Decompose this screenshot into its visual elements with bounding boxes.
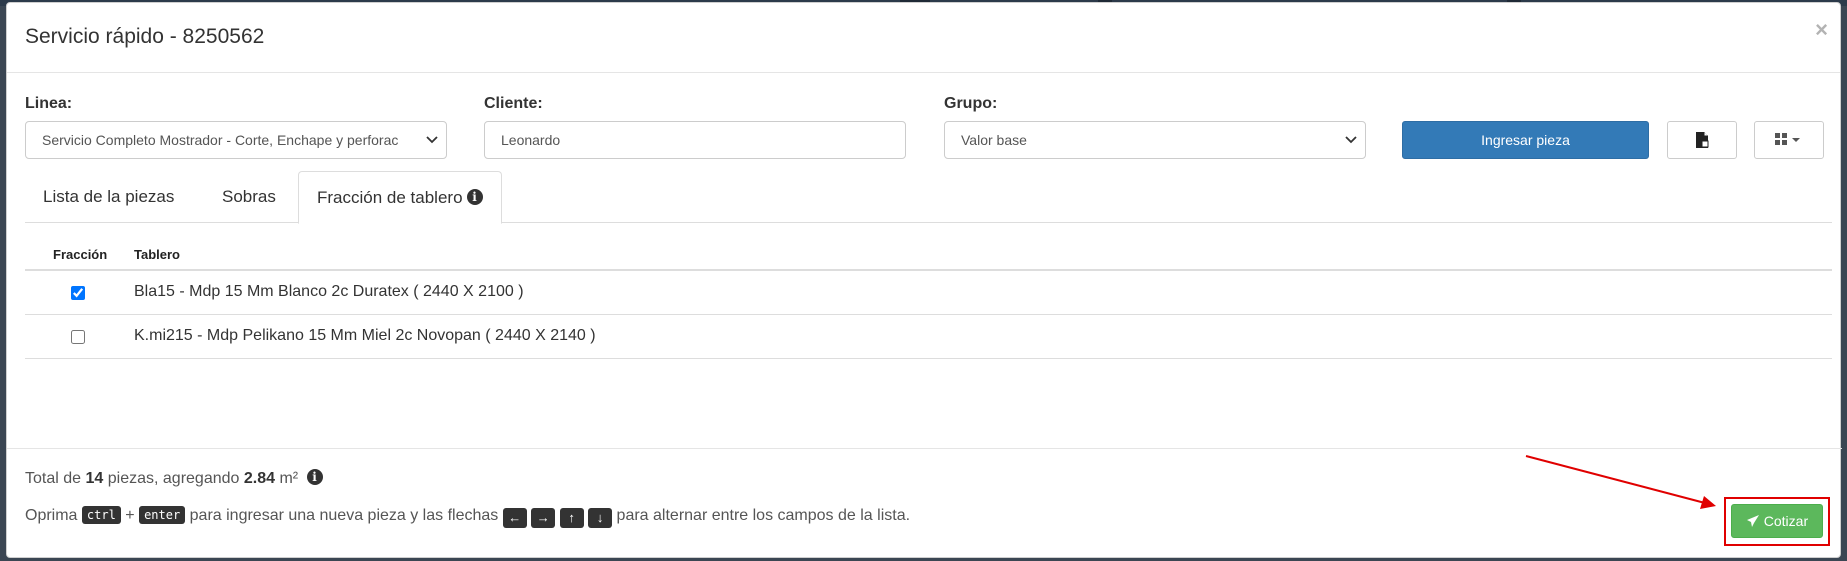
tab-piece-list[interactable]: Lista de la piezas xyxy=(25,171,192,223)
board-detail: - Mdp Pelikano 15 Mm Miel 2c Novopan ( 2… xyxy=(192,327,596,344)
fraction-checkbox[interactable] xyxy=(71,330,85,344)
table-row: K.mi215 - Mdp Pelikano 15 Mm Miel 2c Nov… xyxy=(25,315,1832,359)
column-header-board: Tablero xyxy=(134,247,180,262)
close-button[interactable]: × xyxy=(1815,17,1828,43)
total-prefix: Total de xyxy=(25,470,82,487)
modal-title: Servicio rápido - 8250562 xyxy=(25,25,265,48)
arrow-up-icon: ↑ xyxy=(559,508,584,528)
tab-leftovers[interactable]: Sobras xyxy=(204,171,294,223)
area-unit: m² xyxy=(279,470,299,487)
add-piece-button[interactable]: Ingresar pieza xyxy=(1402,121,1649,159)
quote-button[interactable]: Cotizar xyxy=(1731,504,1823,538)
cliente-input[interactable]: Leonardo xyxy=(484,121,906,159)
chevron-down-icon xyxy=(426,122,438,158)
grupo-select[interactable]: Valor base xyxy=(944,121,1366,159)
grupo-select-value: Valor base xyxy=(961,132,1027,148)
fraction-checkbox[interactable] xyxy=(71,286,85,300)
tab-board-fraction[interactable]: Fracción de tablero i xyxy=(298,171,502,224)
column-header-fraction: Fracción xyxy=(53,247,108,262)
file-export-icon xyxy=(1694,132,1710,148)
plus-sign: + xyxy=(125,507,135,524)
grid-icon xyxy=(1775,132,1803,148)
hint-prefix: Oprima xyxy=(25,507,78,524)
arrow-left-icon: ← xyxy=(502,508,527,528)
quote-button-label: Cotizar xyxy=(1763,513,1809,529)
table-row: Bla15 - Mdp 15 Mm Blanco 2c Duratex ( 24… xyxy=(25,271,1832,315)
pieces-count: 14 xyxy=(85,470,104,487)
area-value: 2.84 xyxy=(243,470,275,487)
linea-label: Linea: xyxy=(25,95,73,112)
grid-view-dropdown[interactable] xyxy=(1754,121,1824,159)
keyboard-hint: Oprima ctrl + enter para ingresar una nu… xyxy=(25,506,910,528)
arrow-right-icon: → xyxy=(531,508,556,528)
board-code: Bla15 xyxy=(134,283,175,300)
info-icon: i xyxy=(306,469,323,485)
pieces-suffix: piezas, agregando xyxy=(107,470,240,487)
cliente-label: Cliente: xyxy=(484,95,543,112)
arrow-down-icon: ↓ xyxy=(588,508,613,528)
tab-board-fraction-label: Fracción de tablero xyxy=(317,188,463,207)
chevron-down-icon xyxy=(1345,122,1357,158)
modal-footer: Total de 14 piezas, agregando 2.84 m² i … xyxy=(7,448,1842,559)
board-description: K.mi215 - Mdp Pelikano 15 Mm Miel 2c Nov… xyxy=(134,327,596,345)
enter-key: enter xyxy=(139,506,186,524)
hint-suffix: para alternar entre los campos de la lis… xyxy=(616,507,911,524)
paper-plane-icon xyxy=(1746,513,1764,529)
info-icon: i xyxy=(466,189,483,205)
ctrl-key: ctrl xyxy=(81,506,121,524)
export-file-button[interactable] xyxy=(1667,121,1737,159)
modal-header: Servicio rápido - 8250562 × xyxy=(7,3,1840,73)
grupo-label: Grupo: xyxy=(944,95,998,112)
board-detail: - Mdp 15 Mm Blanco 2c Duratex ( 2440 X 2… xyxy=(174,283,524,300)
board-code: K.mi215 xyxy=(134,327,193,344)
linea-select[interactable]: Servicio Completo Mostrador - Corte, Enc… xyxy=(25,121,447,159)
hint-middle: para ingresar una nueva pieza y las flec… xyxy=(189,507,499,524)
linea-select-value: Servicio Completo Mostrador - Corte, Enc… xyxy=(42,132,399,148)
board-description: Bla15 - Mdp 15 Mm Blanco 2c Duratex ( 24… xyxy=(134,283,524,301)
quick-service-modal: Servicio rápido - 8250562 × Linea: Servi… xyxy=(6,2,1842,559)
tab-bar: Lista de la piezas Sobras Fracción de ta… xyxy=(25,171,1832,224)
total-summary: Total de 14 piezas, agregando 2.84 m² i xyxy=(25,469,323,488)
